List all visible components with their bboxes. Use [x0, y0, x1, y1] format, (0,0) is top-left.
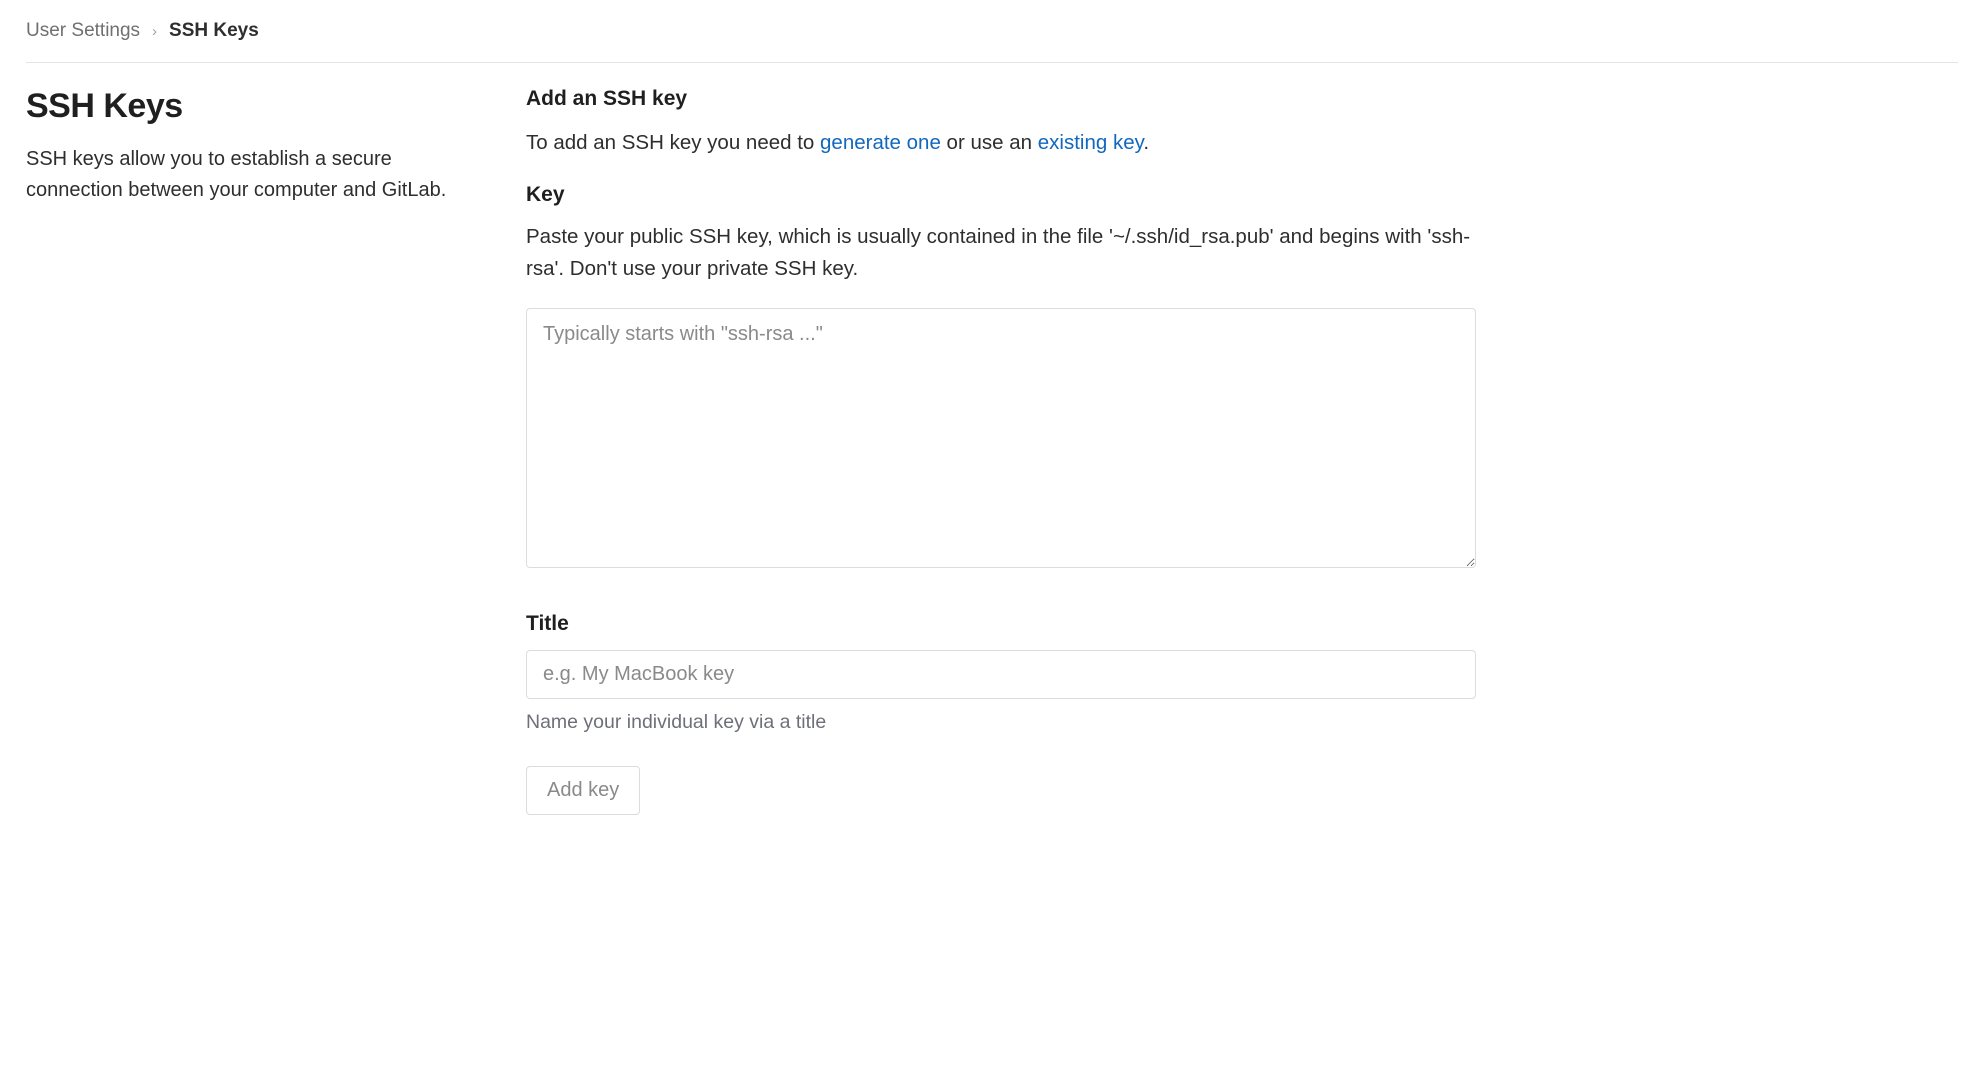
key-help-text: Paste your public SSH key, which is usua…	[526, 221, 1476, 285]
chevron-right-icon: ›	[152, 23, 157, 40]
right-column: Add an SSH key To add an SSH key you nee…	[526, 87, 1476, 815]
title-help-text: Name your individual key via a title	[526, 711, 1476, 734]
ssh-key-textarea[interactable]	[526, 308, 1476, 568]
existing-key-link[interactable]: existing key	[1038, 131, 1144, 154]
page-description: SSH keys allow you to establish a secure…	[26, 144, 466, 206]
generate-one-link[interactable]: generate one	[820, 131, 941, 154]
key-label: Key	[526, 183, 1476, 207]
add-ssh-heading: Add an SSH key	[526, 87, 1476, 111]
add-text-middle: or use an	[941, 131, 1038, 154]
add-text-prefix: To add an SSH key you need to	[526, 131, 820, 154]
breadcrumb: User Settings › SSH Keys	[26, 20, 1958, 63]
title-label: Title	[526, 612, 1476, 636]
content-area: SSH Keys SSH keys allow you to establish…	[26, 63, 1958, 815]
left-column: SSH Keys SSH keys allow you to establish…	[26, 87, 466, 815]
title-input[interactable]	[526, 650, 1476, 699]
breadcrumb-current: SSH Keys	[169, 20, 259, 42]
add-ssh-text: To add an SSH key you need to generate o…	[526, 127, 1476, 159]
page-title: SSH Keys	[26, 87, 466, 126]
add-text-suffix: .	[1143, 131, 1149, 154]
breadcrumb-parent[interactable]: User Settings	[26, 20, 140, 42]
add-key-button[interactable]: Add key	[526, 766, 640, 815]
